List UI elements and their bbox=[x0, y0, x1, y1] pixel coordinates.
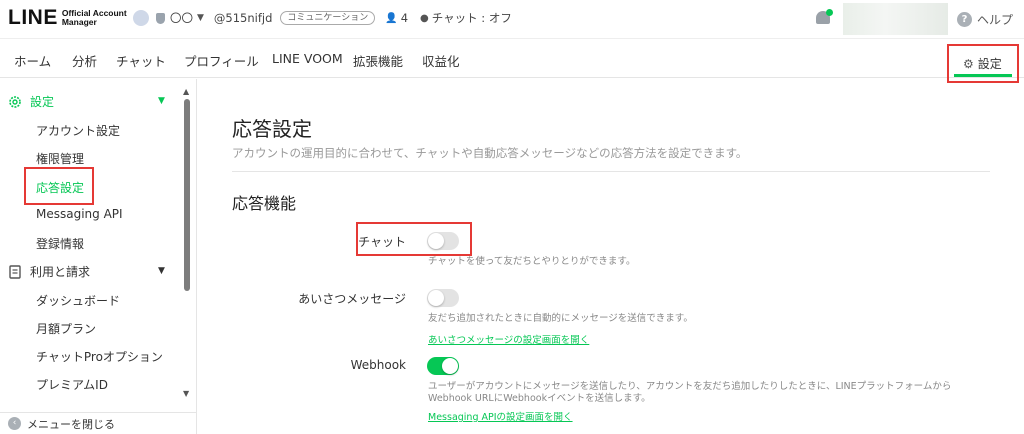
webhook-toggle[interactable] bbox=[427, 357, 459, 375]
sidebar-item-permissions[interactable]: 権限管理 bbox=[36, 150, 84, 167]
person-icon: 👤 bbox=[385, 12, 398, 24]
greeting-message-toggle[interactable] bbox=[427, 289, 459, 307]
sidebar-scrollbar-thumb[interactable] bbox=[184, 99, 190, 291]
chevron-left-icon: ‹ bbox=[8, 417, 21, 430]
tab-line-voom[interactable]: LINE VOOM bbox=[272, 51, 343, 66]
sidebar-section-label: 利用と請求 bbox=[30, 265, 91, 279]
sidebar-section-billing[interactable]: 利用と請求 bbox=[8, 263, 90, 280]
gear-icon: ⚙ bbox=[963, 56, 974, 71]
chat-status-text: チャット : オフ bbox=[431, 11, 512, 25]
tab-monetization[interactable]: 収益化 bbox=[422, 51, 460, 70]
greeting-message-label: あいさつメッセージ bbox=[298, 292, 406, 306]
main-nav: ホーム 分析 チャット プロフィール LINE VOOM 拡張機能 収益化 bbox=[0, 38, 1024, 78]
sidebar-section-label: 設定 bbox=[30, 95, 55, 109]
speech-bubble-icon: ● bbox=[420, 12, 429, 24]
document-icon bbox=[9, 264, 21, 279]
scroll-up-arrow-icon[interactable]: ▲ bbox=[183, 87, 189, 96]
chat-description: チャットを使って友だちとやりとりができます。 bbox=[428, 256, 636, 267]
account-switcher[interactable]: 〇〇 ▼ @515nifjd コミュニケーション 👤 4 ● チャット : オフ bbox=[133, 10, 512, 26]
webhook-description: ユーザーがアカウントにメッセージを送信したり、アカウントを友だち追加したりしたと… bbox=[428, 381, 952, 404]
greeting-message-description: 友だち追加されたときに自動的にメッセージを送信できます。 bbox=[428, 313, 693, 324]
messaging-api-settings-link[interactable]: Messaging APIの設定画面を開く bbox=[428, 409, 573, 423]
close-menu-button[interactable]: ‹ メニューを閉じる bbox=[0, 412, 197, 434]
divider bbox=[232, 171, 990, 172]
sidebar-item-premium-id[interactable]: プレミアムID bbox=[36, 376, 108, 393]
tab-home[interactable]: ホーム bbox=[14, 51, 51, 70]
plan-badge: コミュニケーション bbox=[280, 11, 376, 25]
help-button[interactable]: ? ヘルプ bbox=[957, 11, 1013, 28]
account-id: @515nifjd bbox=[213, 11, 273, 25]
gear-icon bbox=[9, 95, 21, 108]
friends-count-value: 4 bbox=[400, 11, 409, 25]
chevron-down-icon[interactable]: ▼ bbox=[158, 96, 165, 106]
account-name: 〇〇 bbox=[170, 11, 193, 25]
help-label: ヘルプ bbox=[977, 13, 1014, 27]
tab-profile[interactable]: プロフィール bbox=[184, 51, 259, 70]
close-menu-label: メニューを閉じる bbox=[27, 417, 115, 431]
tab-settings[interactable]: ⚙ 設定 bbox=[947, 44, 1019, 83]
tab-chat[interactable]: チャット bbox=[116, 51, 166, 70]
page-description: アカウントの運用目的に合わせて、チャットや自動応答メッセージなどの応答方法を設定… bbox=[232, 146, 748, 160]
logo-sub-text: Official Account Manager bbox=[62, 9, 127, 27]
notification-bell-icon[interactable] bbox=[816, 9, 833, 26]
sidebar-item-monthly-plan[interactable]: 月額プラン bbox=[36, 320, 96, 337]
highlight-box-chat bbox=[356, 222, 472, 256]
chevron-down-icon[interactable]: ▼ bbox=[158, 266, 165, 276]
help-icon: ? bbox=[957, 12, 972, 27]
sidebar-section-settings[interactable]: 設定 bbox=[8, 93, 54, 110]
sidebar-item-chat-pro[interactable]: チャットProオプション bbox=[36, 348, 163, 365]
page-title: 応答設定 bbox=[232, 117, 312, 141]
logo-sub-line2: Manager bbox=[61, 17, 97, 27]
notification-dot bbox=[826, 9, 833, 16]
sidebar-item-registration-info[interactable]: 登録情報 bbox=[36, 235, 84, 252]
active-tab-indicator bbox=[954, 74, 1012, 77]
chat-status: ● チャット : オフ bbox=[420, 10, 512, 26]
settings-tab-content: ⚙ 設定 bbox=[963, 55, 1002, 72]
line-logo[interactable]: LINE Official Account Manager bbox=[8, 6, 127, 30]
logo-main-text: LINE bbox=[8, 6, 58, 29]
highlight-box-response-settings bbox=[24, 167, 94, 205]
settings-tab-label: 設定 bbox=[977, 57, 1002, 71]
account-avatar bbox=[133, 10, 149, 26]
top-bar: LINE Official Account Manager 〇〇 ▼ @515n… bbox=[0, 0, 1024, 38]
webhook-label: Webhook bbox=[350, 358, 406, 372]
sidebar-item-messaging-api[interactable]: Messaging API bbox=[36, 207, 123, 221]
tab-extensions[interactable]: 拡張機能 bbox=[353, 51, 403, 70]
chevron-down-icon[interactable]: ▼ bbox=[197, 13, 204, 23]
sidebar-item-account-settings[interactable]: アカウント設定 bbox=[36, 122, 120, 139]
greeting-settings-link[interactable]: あいさつメッセージの設定画面を開く bbox=[428, 332, 589, 346]
tab-analytics[interactable]: 分析 bbox=[72, 51, 97, 70]
sidebar-item-dashboard[interactable]: ダッシュボード bbox=[36, 292, 120, 309]
shield-icon bbox=[156, 12, 165, 24]
blurred-user-area[interactable] bbox=[843, 3, 948, 35]
section-title: 応答機能 bbox=[232, 194, 297, 213]
scroll-down-arrow-icon[interactable]: ▼ bbox=[183, 389, 189, 398]
friends-count: 👤 4 bbox=[385, 11, 408, 25]
